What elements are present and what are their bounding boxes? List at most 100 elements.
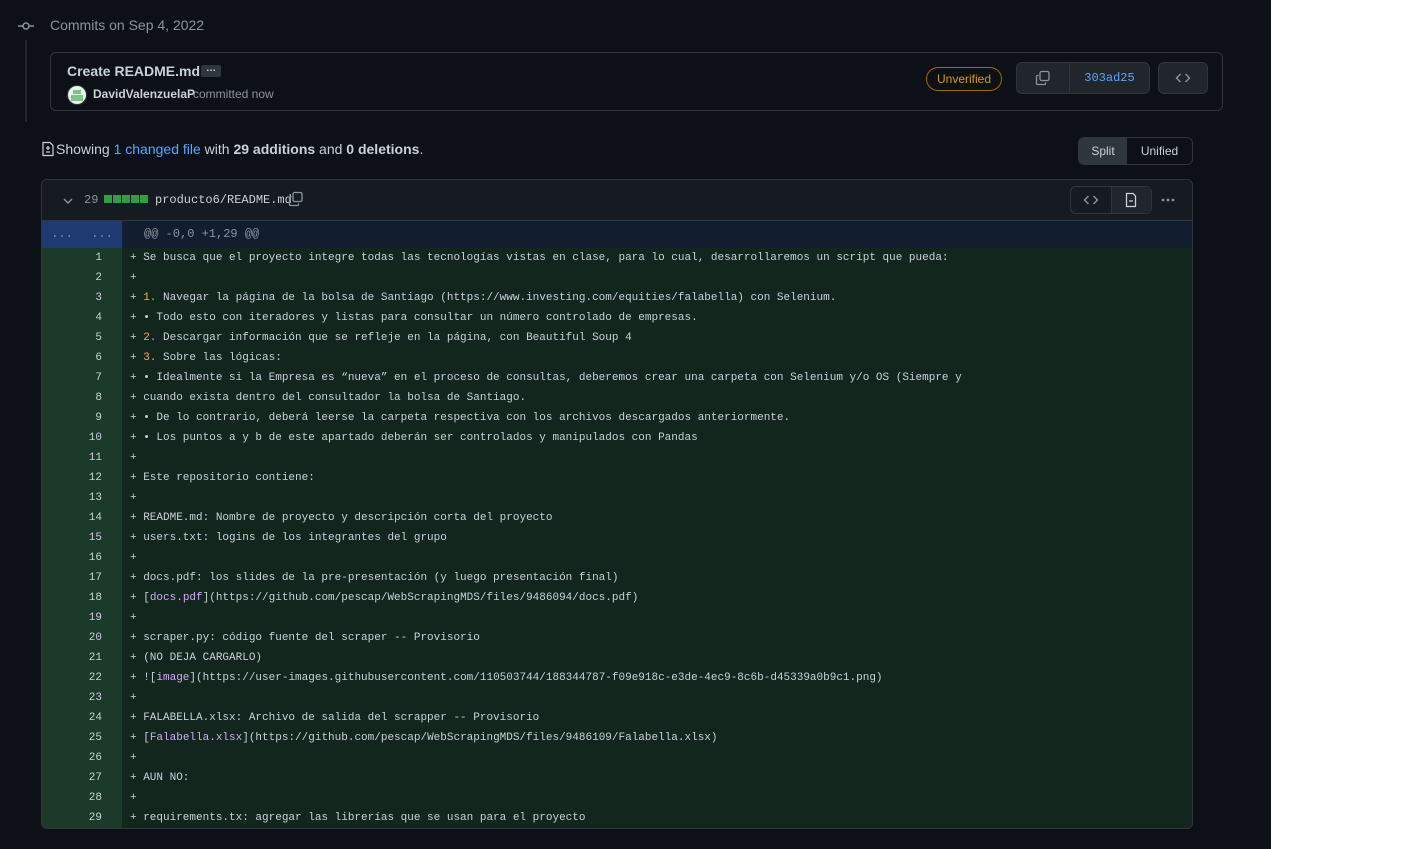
line-number-text: 14	[88, 512, 102, 524]
line-number-text: 8	[95, 392, 102, 404]
commit-author-link[interactable]: DavidValenzuelaP	[93, 87, 195, 101]
copy-sha-button[interactable]	[1017, 63, 1070, 93]
file-name-link[interactable]: producto6/README.md	[155, 193, 292, 207]
unverified-badge[interactable]: Unverified	[926, 67, 1003, 91]
avatar[interactable]	[67, 85, 87, 105]
file-options-button[interactable]	[1158, 190, 1178, 210]
line-number[interactable]: 25	[42, 728, 122, 748]
diff-line: 2 +	[42, 268, 1192, 288]
line-number[interactable]: 18	[42, 588, 122, 608]
diff-line: 17 + docs.pdf: los slides de la pre-prese…	[42, 568, 1192, 588]
line-content: +	[122, 788, 1192, 808]
summary-with: with	[204, 141, 230, 157]
line-number-text: 9	[95, 412, 102, 424]
line-content: + FALABELLA.xlsx: Archivo de salida del …	[122, 708, 1192, 728]
line-number[interactable]: 14	[42, 508, 122, 528]
line-text: + requirements.tx: agregar las librerías…	[130, 812, 586, 824]
line-number[interactable]: 2	[42, 268, 122, 288]
diff-line: 10 + • Los puntos a y b de este apartado …	[42, 428, 1192, 448]
expand-commit-message-button[interactable]: …	[201, 64, 221, 77]
rich-diff-button[interactable]	[1111, 187, 1151, 213]
expand-down-button[interactable]: ...	[82, 221, 122, 248]
line-number[interactable]: 3	[42, 288, 122, 308]
line-number[interactable]: 15	[42, 528, 122, 548]
unified-view-button[interactable]: Unified	[1127, 138, 1192, 164]
line-number[interactable]: 12	[42, 468, 122, 488]
changed-files-link[interactable]: 1 changed file	[114, 141, 201, 157]
commit-title-link[interactable]: Create README.md	[67, 63, 200, 79]
line-content: + (NO DEJA CARGARLO)	[122, 648, 1192, 668]
summary-and: and	[319, 141, 343, 157]
line-text-highlight: docs.pdf	[149, 592, 203, 604]
line-text: + • De lo contrario, deberá leerse la ca…	[130, 412, 791, 424]
line-number[interactable]: 29	[42, 808, 122, 828]
line-text: +	[130, 272, 137, 284]
line-text: + FALABELLA.xlsx: Archivo de salida del …	[130, 712, 540, 724]
line-text-suffix: Navegar la página de la bolsa de Santiag…	[156, 292, 837, 304]
line-content: + Se busca que el proyecto integre todas…	[122, 248, 1192, 268]
line-text-prefix: +	[130, 352, 144, 364]
line-number[interactable]: 1	[42, 248, 122, 268]
line-content: +	[122, 748, 1192, 768]
diff-line: 18 + [docs.pdf](https://github.com/pescap…	[42, 588, 1192, 608]
diff-line: 14 + README.md: Nombre de proyecto y desc…	[42, 508, 1192, 528]
line-number-text: 20	[88, 632, 102, 644]
browse-repository-button[interactable]	[1158, 62, 1208, 94]
line-number-text: 25	[88, 732, 102, 744]
diff-line: 5 + 2. Descargar información que se refle…	[42, 328, 1192, 348]
kebab-horizontal-icon	[1161, 198, 1175, 202]
line-number[interactable]: 20	[42, 628, 122, 648]
line-number[interactable]: 13	[42, 488, 122, 508]
code-icon	[1083, 195, 1099, 205]
line-number-text: 13	[88, 492, 102, 504]
line-number[interactable]: 27	[42, 768, 122, 788]
line-number[interactable]: 10	[42, 428, 122, 448]
line-number-text: 28	[88, 792, 102, 804]
line-number-text: 22	[88, 672, 102, 684]
line-number[interactable]: 11	[42, 448, 122, 468]
summary-period: .	[419, 141, 424, 157]
line-content: +	[122, 488, 1192, 508]
file-diff: 29 producto6/README.md ... ... @@ -0,0 +…	[41, 179, 1193, 829]
line-number[interactable]: 23	[42, 688, 122, 708]
line-text: + README.md: Nombre de proyecto y descri…	[130, 512, 553, 524]
line-number[interactable]: 24	[42, 708, 122, 728]
line-number[interactable]: 26	[42, 748, 122, 768]
line-number[interactable]: 17	[42, 568, 122, 588]
line-number[interactable]: 19	[42, 608, 122, 628]
line-text: +	[130, 492, 137, 504]
line-number-text: 3	[95, 292, 102, 304]
line-text: +	[130, 752, 137, 764]
line-text-prefix: + [	[130, 592, 150, 604]
line-number[interactable]: 7	[42, 368, 122, 388]
line-content: +	[122, 268, 1192, 288]
line-number-text: 26	[88, 752, 102, 764]
line-number-text: 2	[95, 272, 102, 284]
split-view-button[interactable]: Split	[1079, 138, 1127, 164]
line-number[interactable]: 6	[42, 348, 122, 368]
line-number[interactable]: 16	[42, 548, 122, 568]
copy-path-icon[interactable]	[288, 191, 304, 207]
diff-line: 29 + requirements.tx: agregar las librerí…	[42, 808, 1192, 828]
commit-card: Create README.md … DavidValenzuelaP comm…	[50, 52, 1223, 111]
line-content: + Este repositorio contiene:	[122, 468, 1192, 488]
diff-line: 6 + 3. Sobre las lógicas:	[42, 348, 1192, 368]
line-number[interactable]: 5	[42, 328, 122, 348]
line-number[interactable]: 21	[42, 648, 122, 668]
line-content: + 3. Sobre las lógicas:	[122, 348, 1192, 368]
line-content: + [Falabella.xlsx](https://github.com/pe…	[122, 728, 1192, 748]
line-number[interactable]: 28	[42, 788, 122, 808]
source-diff-button[interactable]	[1071, 187, 1112, 213]
line-number-text: 4	[95, 312, 102, 324]
commit-sha-link[interactable]: 303ad25	[1070, 63, 1149, 93]
expand-up-button[interactable]: ...	[42, 221, 82, 248]
line-text: + • Todo esto con iteradores y listas pa…	[130, 312, 698, 324]
diff-line: 16 +	[42, 548, 1192, 568]
line-number[interactable]: 9	[42, 408, 122, 428]
line-number-text: 11	[88, 452, 102, 464]
line-number[interactable]: 8	[42, 388, 122, 408]
file-view-toggle	[1070, 186, 1152, 214]
chevron-down-icon[interactable]	[62, 195, 74, 207]
line-number[interactable]: 22	[42, 668, 122, 688]
line-number[interactable]: 4	[42, 308, 122, 328]
